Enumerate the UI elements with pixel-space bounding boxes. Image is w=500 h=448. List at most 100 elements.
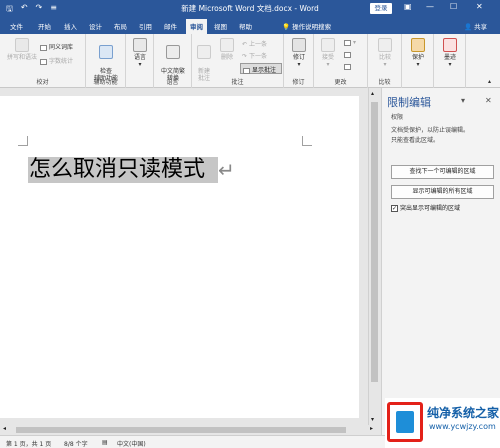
previous-comment-label: 上一条 xyxy=(248,41,267,48)
group-language: 语言 ▾ xyxy=(126,34,154,88)
pane-title: 限制编辑 xyxy=(387,96,431,109)
new-comment-button[interactable]: 新建 批注 xyxy=(194,38,214,82)
ink-button[interactable]: 墨迹 ▾ xyxy=(438,38,462,68)
ribbon-tab-bar: 文件 开始 插入 设计 布局 引用 邮件 审阅 视图 帮助 💡 操作说明搜索 👤… xyxy=(0,17,500,34)
delete-comment-label: 删除 xyxy=(220,54,233,61)
watermark-url: www.ycwjzy.com xyxy=(429,422,496,431)
restrict-editing-pane: 限制编辑 ▾ ✕ 权限 文档受保护，以防止误编辑。 只能查看此区域。 查找下一个… xyxy=(381,88,500,435)
group-changes: 接受 ▾ ▾ 更改 xyxy=(314,34,368,88)
word-count[interactable]: 8/8 个字 xyxy=(64,439,88,448)
group-label-comments: 批注 xyxy=(231,79,244,86)
group-protect: 保护 ▾ xyxy=(402,34,434,88)
ribbon-display-options-icon[interactable]: ▣ xyxy=(404,2,412,11)
previous-change-button[interactable] xyxy=(344,51,353,58)
tab-review[interactable]: 审阅 xyxy=(186,19,207,34)
scroll-left-icon[interactable]: ◂ xyxy=(3,425,6,432)
document-area: 怎么取消只读模式 ↵ xyxy=(0,88,380,425)
tab-insert[interactable]: 插入 xyxy=(64,21,77,31)
delete-comment-icon xyxy=(220,38,234,52)
page-count[interactable]: 第 1 页，共 1 页 xyxy=(6,439,51,448)
group-label-accessibility: 辅助功能 xyxy=(93,79,118,86)
protect-button[interactable]: 保护 ▾ xyxy=(406,38,430,68)
group-label-tracking: 修订 xyxy=(292,79,305,86)
previous-comment-button[interactable]: ↶ 上一条 xyxy=(242,39,267,48)
word-count-icon xyxy=(40,58,47,65)
spelling-grammar-button[interactable]: 拼写和语法 xyxy=(4,38,40,61)
maximize-icon[interactable]: ☐ xyxy=(450,2,457,11)
checkbox-checked-icon[interactable]: ✓ xyxy=(391,205,398,212)
tell-me-search[interactable]: 💡 操作说明搜索 xyxy=(282,21,331,31)
language-button[interactable]: 语言 ▾ xyxy=(129,38,151,68)
minimize-icon[interactable]: — xyxy=(426,2,434,11)
vertical-scrollbar[interactable]: ▴ ▾ xyxy=(368,88,380,425)
lock-icon xyxy=(411,38,425,52)
check-accessibility-button[interactable]: 检查 辅助功能 xyxy=(89,38,123,82)
document-heading[interactable]: 怎么取消只读模式 xyxy=(29,157,205,183)
tab-home[interactable]: 开始 xyxy=(38,21,51,31)
tab-file[interactable]: 文件 xyxy=(10,21,23,31)
person-icon: 👤 xyxy=(464,23,473,31)
next-change-button[interactable] xyxy=(344,63,353,70)
watermark-logo-icon xyxy=(387,402,423,442)
pane-options-icon[interactable]: ▾ xyxy=(461,96,465,105)
accept-label: 接受 xyxy=(321,54,334,61)
proofing-status-icon[interactable]: ▤ xyxy=(102,439,108,446)
reject-change-button[interactable]: ▾ xyxy=(344,39,356,46)
accept-change-button[interactable]: 接受 ▾ xyxy=(318,38,338,68)
next-change-icon xyxy=(344,63,351,70)
horizontal-scrollbar[interactable]: ◂ ▸ xyxy=(0,425,380,435)
compare-label: 比较 xyxy=(378,54,391,61)
pane-description-line-1: 文档受保护，以防止误编辑。 xyxy=(391,127,470,134)
highlight-editable-regions-checkbox[interactable]: ✓ 突出显示可编辑的区域 xyxy=(391,203,460,212)
ink-label: 墨迹 xyxy=(443,54,456,61)
tab-design[interactable]: 设计 xyxy=(89,21,102,31)
word-count-button[interactable]: 字数统计 xyxy=(40,56,73,65)
document-page[interactable]: 怎么取消只读模式 ↵ xyxy=(0,96,359,418)
tab-layout[interactable]: 布局 xyxy=(114,21,127,31)
lightbulb-icon: 💡 xyxy=(282,23,291,31)
group-accessibility: 检查 辅助功能 辅助功能 xyxy=(86,34,126,88)
watermark-text: 纯净系统之家 xyxy=(427,406,500,420)
chinese-convert-icon xyxy=(166,45,180,59)
paragraph-mark: ↵ xyxy=(218,158,235,182)
share-button[interactable]: 👤 共享 xyxy=(464,21,487,31)
thesaurus-label: 同义词库 xyxy=(49,44,74,51)
scroll-down-icon[interactable]: ▾ xyxy=(371,416,374,423)
scroll-up-icon[interactable]: ▴ xyxy=(371,90,374,97)
title-bar: 🖫 ↶ ↷ ≡ 新建 Microsoft Word 文档.docx - Word… xyxy=(0,0,500,17)
tab-mailings[interactable]: 邮件 xyxy=(164,21,177,31)
chinese-conversion-button[interactable]: 中文简繁 转换 xyxy=(156,38,190,82)
track-changes-label: 修订 xyxy=(292,54,305,61)
highlight-editable-label: 突出显示可编辑的区域 xyxy=(400,205,461,212)
delete-comment-button[interactable]: 删除 xyxy=(217,38,237,61)
document-title: 新建 Microsoft Word 文档.docx - Word xyxy=(181,4,319,13)
tab-references[interactable]: 引用 xyxy=(139,21,152,31)
pane-description: 文档受保护，以防止误编辑。 只能查看此区域。 xyxy=(391,126,491,146)
horizontal-scroll-thumb[interactable] xyxy=(16,427,346,433)
collapse-ribbon-icon[interactable]: ▴ xyxy=(488,78,491,85)
tab-help[interactable]: 帮助 xyxy=(239,21,252,31)
thesaurus-button[interactable]: 同义词库 xyxy=(40,42,73,51)
group-comments: 新建 批注 删除 ↶ 上一条 ↷ 下一条 批注 xyxy=(192,34,284,88)
vertical-scroll-thumb[interactable] xyxy=(371,102,378,382)
show-comments-label: 显示批注 xyxy=(252,67,277,74)
show-comments-button[interactable]: 显示批注 xyxy=(240,63,282,74)
accept-icon xyxy=(321,38,335,52)
find-next-editable-region-button[interactable]: 查找下一个可编辑的区域 xyxy=(391,165,494,179)
show-all-editable-regions-button[interactable]: 显示可编辑的所有区域 xyxy=(391,185,494,199)
pane-close-icon[interactable]: ✕ xyxy=(485,96,492,105)
close-window-icon[interactable]: ✕ xyxy=(476,2,483,11)
tab-view[interactable]: 视图 xyxy=(214,21,227,31)
login-button[interactable]: 登录 xyxy=(370,3,392,14)
scroll-right-icon[interactable]: ▸ xyxy=(370,425,373,432)
crop-mark-top-left xyxy=(18,136,28,146)
thesaurus-icon xyxy=(40,44,47,51)
track-changes-button[interactable]: 修订 ▾ xyxy=(287,38,311,68)
next-comment-button[interactable]: ↷ 下一条 xyxy=(242,51,267,60)
group-label-proofing: 校对 xyxy=(36,79,49,86)
pane-subtitle: 权限 xyxy=(391,114,404,121)
compare-button[interactable]: 比较 ▾ xyxy=(373,38,397,68)
next-comment-label: 下一条 xyxy=(248,53,267,60)
language-status[interactable]: 中文(中国) xyxy=(117,439,146,448)
group-tracking: 修订 ▾ 修订 xyxy=(284,34,314,88)
